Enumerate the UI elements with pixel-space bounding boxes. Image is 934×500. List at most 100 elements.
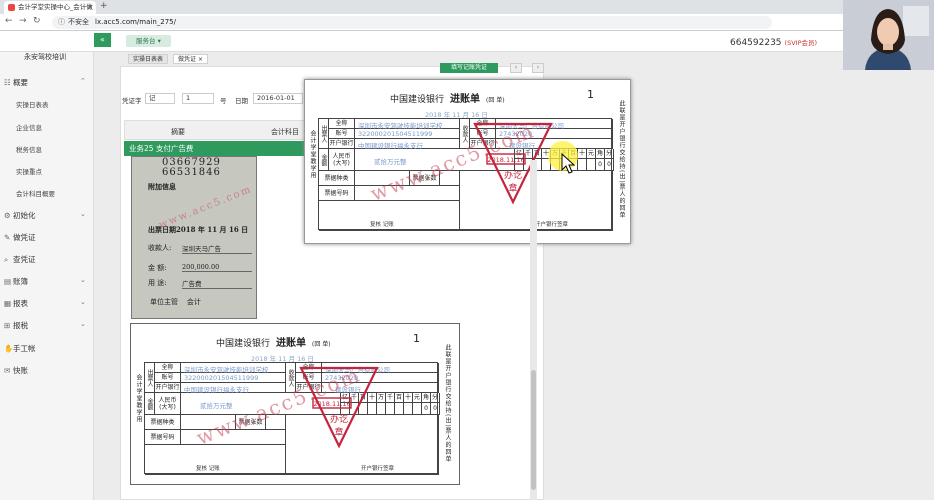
rmb-label: 人民币 (大写) bbox=[329, 149, 355, 171]
sidebar-item-5[interactable]: ▦ 报表 bbox=[4, 298, 28, 309]
digit-header: 角 bbox=[596, 149, 605, 159]
back-icon[interactable]: ← bbox=[5, 16, 13, 26]
url-input[interactable]: ⓘ 不安全 lx.acc5.com/main_275/ bbox=[52, 16, 772, 29]
browser-tab[interactable]: 会计学堂实操中心_会计做 × bbox=[4, 1, 96, 14]
payee-value: 深圳天马广告 bbox=[182, 243, 252, 254]
sidebar-item-label: 做凭证 bbox=[13, 233, 36, 242]
bank-deposit-slip-zoomed[interactable]: 中国建设银行 进账单 (回 单) 1 2018 年 11 月 16 日出票人 全称 账号 开户… bbox=[304, 79, 631, 244]
sidebar-item-4[interactable]: ▤ 账簿 bbox=[4, 276, 28, 287]
sidebar-subitem[interactable]: 企业信息 bbox=[16, 122, 42, 132]
payee-label: 收款人: bbox=[148, 244, 172, 252]
digit-cell: 0 bbox=[605, 159, 614, 171]
col-account: 会计科目 bbox=[271, 128, 299, 136]
digit-header: 分 bbox=[431, 393, 440, 403]
amount-side-label: 金额 bbox=[319, 149, 329, 171]
voucher-no-suffix: 号 bbox=[220, 97, 227, 105]
sidebar-item-label: 报表 bbox=[13, 299, 28, 308]
chevron-down-icon[interactable]: ⌄ bbox=[80, 320, 86, 328]
chevron-down-icon[interactable]: ⌄ bbox=[80, 210, 86, 218]
close-tab-icon[interactable]: × bbox=[198, 56, 203, 63]
tab-practice-table[interactable]: 实操日表表 bbox=[128, 54, 169, 64]
sidebar-item-3[interactable]: ⌕ 查凭证 bbox=[4, 254, 36, 265]
stamp-text-top: 办讫 bbox=[330, 413, 348, 425]
usage-value: 广告费 bbox=[182, 278, 252, 289]
book-icon: ▤ bbox=[4, 277, 12, 286]
voucher-no-input[interactable]: 1 bbox=[182, 93, 214, 104]
review-label: 复核 记账 bbox=[370, 222, 394, 228]
digit-header: 千 bbox=[386, 393, 395, 403]
digit-header: 十 bbox=[578, 149, 587, 159]
date-input[interactable]: 2016-01-01 bbox=[253, 93, 303, 104]
payer-side-label: 出票人 bbox=[319, 119, 329, 149]
sidebar-subitem[interactable]: 税务信息 bbox=[16, 144, 42, 154]
unit-head-label: 单位主管 bbox=[150, 298, 178, 306]
ticket-no-label: 票据号码 bbox=[319, 186, 355, 201]
bank-sign-label: 开户银行签章 bbox=[361, 466, 395, 472]
payer-name-label: 全称 bbox=[329, 119, 355, 129]
rmb-label: 人民币 (大写) bbox=[155, 393, 181, 415]
right-vertical-text: 此联是开户银行交给持(出)票人的回单 bbox=[618, 100, 625, 219]
sidebar-item-6[interactable]: ⊞ 报税 bbox=[4, 320, 28, 331]
digit-cell bbox=[395, 403, 404, 415]
stamp-text-bottom: 章 bbox=[508, 182, 517, 194]
stamp-text-bottom: 章 bbox=[334, 426, 343, 438]
prev-page-button[interactable]: ‹ bbox=[510, 63, 522, 73]
slip-type: 进账单 bbox=[450, 94, 481, 105]
sidebar-subitem[interactable]: 实操重点 bbox=[16, 166, 42, 176]
sidebar-item-2[interactable]: ✎ 做凭证 bbox=[4, 232, 36, 243]
check-stub-image: 03667929 66531846 附加信息 出票日期2018 年 11 月 1… bbox=[131, 156, 257, 319]
tax-icon: ⊞ bbox=[4, 321, 11, 330]
chevron-up-icon[interactable]: ⌃ bbox=[80, 77, 86, 85]
account-id: 664592235 bbox=[730, 38, 782, 48]
settings-icon: ⚙ bbox=[4, 211, 11, 220]
address-bar: ← → ↻ ⓘ 不安全 lx.acc5.com/main_275/ bbox=[0, 14, 934, 31]
collapse-sidebar-button[interactable]: « bbox=[94, 33, 111, 47]
close-tab-icon[interactable]: × bbox=[87, 1, 93, 14]
rmb-value: 贰拾万元整 bbox=[374, 158, 407, 166]
new-tab-icon[interactable]: + bbox=[100, 1, 108, 11]
webcam-overlay bbox=[843, 0, 934, 70]
col-summary: 摘要 bbox=[171, 128, 185, 136]
digit-header: 分 bbox=[605, 149, 614, 159]
chevron-down-icon[interactable]: ⌄ bbox=[80, 298, 86, 306]
report-icon: ▦ bbox=[4, 299, 12, 308]
left-vertical-text: 会计学堂教学用 bbox=[309, 130, 316, 179]
main-scrollbar[interactable] bbox=[530, 160, 537, 500]
url-text: lx.acc5.com/main_275/ bbox=[95, 18, 176, 26]
digit-cell: 0 bbox=[431, 403, 440, 415]
sidebar-item-8[interactable]: ✉ 快账 bbox=[4, 365, 28, 376]
edit-icon: ✎ bbox=[4, 233, 11, 242]
ticket-no-label: 票据号码 bbox=[145, 430, 181, 445]
fill-voucher-button[interactable]: 填写记账凭证 bbox=[440, 63, 498, 73]
left-vertical-text: 会计学堂教学用 bbox=[135, 374, 142, 423]
digit-header: 十 bbox=[404, 393, 413, 403]
slip-type: 进账单 bbox=[276, 338, 307, 349]
bank-deposit-slip[interactable]: 中国建设银行 进账单 (回 单) 1 2018 年 11 月 16 日出票人 全称 账号 开户… bbox=[130, 323, 460, 485]
digit-cell: 0 bbox=[596, 159, 605, 171]
payer-bank-label: 开户银行 bbox=[329, 139, 355, 149]
sidebar-item-1[interactable]: ⚙ 初始化 bbox=[4, 210, 36, 221]
sidebar-subitem[interactable]: 会计科目概要 bbox=[16, 188, 55, 198]
copy-type: (回 单) bbox=[486, 97, 505, 104]
rmb-value: 贰拾万元整 bbox=[200, 402, 233, 410]
scrollbar-thumb[interactable] bbox=[531, 370, 536, 490]
forward-icon[interactable]: → bbox=[19, 16, 27, 26]
ticket-type-label: 票据种类 bbox=[145, 415, 181, 430]
search-icon: ⌕ bbox=[4, 255, 9, 264]
reload-icon[interactable]: ↻ bbox=[33, 16, 41, 26]
amount-value: 200,000.00 bbox=[182, 263, 252, 272]
service-desk-button[interactable]: 服务台 ▾ bbox=[126, 35, 171, 47]
sidebar-subitem[interactable]: 实操日表表 bbox=[16, 99, 49, 109]
sidebar-item-7[interactable]: ✋手工帐 bbox=[4, 343, 36, 354]
next-page-button[interactable]: › bbox=[532, 63, 544, 73]
favicon-icon bbox=[8, 4, 15, 11]
presenter-image bbox=[843, 0, 934, 70]
tab-make-voucher[interactable]: 做凭证 × bbox=[173, 54, 208, 64]
digit-cell bbox=[578, 159, 587, 171]
voucher-word-select[interactable]: 记 bbox=[145, 93, 175, 104]
bank-sign-label: 开户银行签章 bbox=[535, 222, 569, 228]
chevron-down-icon[interactable]: ⌄ bbox=[80, 276, 86, 284]
account-info[interactable]: 664592235 (SVIP会员) bbox=[730, 37, 817, 48]
sidebar-item-0[interactable]: ☷ 概要 bbox=[4, 77, 28, 88]
sidebar-item-label: 概要 bbox=[13, 78, 28, 87]
